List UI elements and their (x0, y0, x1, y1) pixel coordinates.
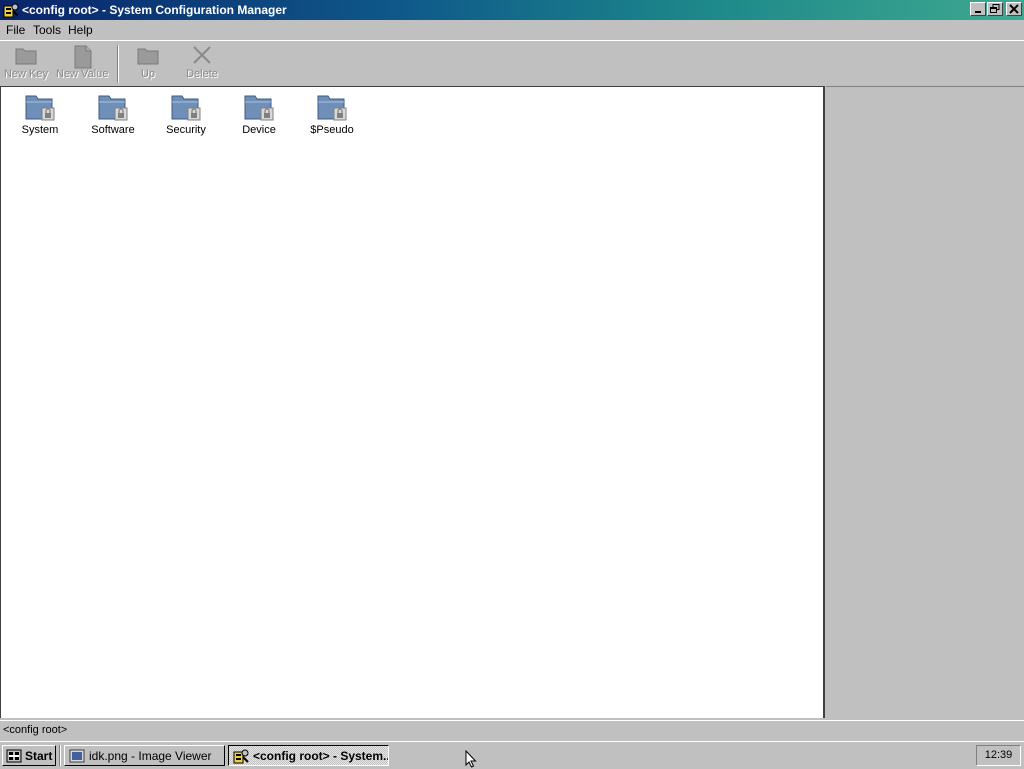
locked-folder-icon (25, 95, 55, 121)
delete-button[interactable]: Delete (176, 43, 228, 85)
up-folder-icon (137, 48, 159, 65)
locked-folder-icon (317, 95, 347, 121)
image-viewer-icon (69, 749, 85, 763)
restore-icon (990, 4, 1000, 13)
clock: 12:39 (984, 749, 1013, 761)
menu-tools[interactable]: Tools (33, 23, 61, 37)
toolbar-separator (117, 45, 119, 83)
new-value-label: New Value (56, 68, 109, 80)
new-value-button[interactable]: New Value (56, 43, 108, 85)
menu-bar: File Tools Help (0, 20, 1024, 39)
key-item-pseudo[interactable]: $Pseudo (297, 91, 367, 136)
locked-folder-icon (171, 95, 201, 121)
key-item-label: System (21, 124, 59, 136)
close-icon (1009, 4, 1019, 14)
menu-file[interactable]: File (6, 23, 25, 37)
menu-help[interactable]: Help (68, 23, 93, 37)
delete-label: Delete (186, 68, 218, 80)
key-item-label: $Pseudo (310, 124, 354, 136)
up-button[interactable]: Up (122, 43, 174, 85)
key-item-system[interactable]: System (5, 91, 75, 136)
start-button[interactable]: Start (2, 745, 56, 766)
config-manager-icon (3, 3, 19, 18)
up-label: Up (140, 68, 156, 80)
window-title: <config root> - System Configuration Man… (22, 3, 287, 17)
key-item-label: Device (242, 124, 276, 136)
system-tray[interactable]: 12:39 (976, 745, 1021, 766)
taskbar-separator (59, 745, 61, 766)
start-logo-icon (6, 749, 22, 763)
new-key-label: New Key (3, 68, 49, 80)
locked-folder-icon (244, 95, 274, 121)
new-value-icon (74, 45, 92, 69)
locked-folder-icon (98, 95, 128, 121)
close-button[interactable] (1006, 2, 1022, 16)
taskbar: Start idk.png - Image Viewer <config roo… (0, 741, 1024, 769)
key-item-security[interactable]: Security (151, 91, 221, 136)
task-label: <config root> - System... (253, 749, 389, 763)
key-item-software[interactable]: Software (78, 91, 148, 136)
status-path: <config root> (3, 724, 68, 736)
minimize-button[interactable] (970, 2, 986, 16)
mouse-cursor-icon (465, 750, 477, 768)
toolbar: New Key New Value Up Delete (0, 40, 1024, 86)
minimize-icon (975, 11, 981, 13)
delete-icon (193, 46, 211, 64)
detail-pane (826, 86, 1024, 718)
task-label: idk.png - Image Viewer (89, 749, 212, 763)
key-item-label: Software (91, 124, 135, 136)
key-list-pane[interactable]: System Software Security Device $Pseudo (0, 86, 825, 718)
title-bar[interactable]: <config root> - System Configuration Man… (0, 0, 1024, 20)
new-key-button[interactable]: New Key (0, 43, 52, 85)
key-item-label: Security (166, 124, 206, 136)
new-key-icon (15, 48, 37, 65)
config-manager-icon (233, 749, 249, 764)
task-image-viewer[interactable]: idk.png - Image Viewer (64, 745, 225, 766)
status-bar: <config root> (0, 720, 1024, 740)
key-item-device[interactable]: Device (224, 91, 294, 136)
start-label: Start (25, 749, 53, 763)
restore-button[interactable] (987, 2, 1003, 16)
task-config-manager[interactable]: <config root> - System... (228, 745, 389, 766)
